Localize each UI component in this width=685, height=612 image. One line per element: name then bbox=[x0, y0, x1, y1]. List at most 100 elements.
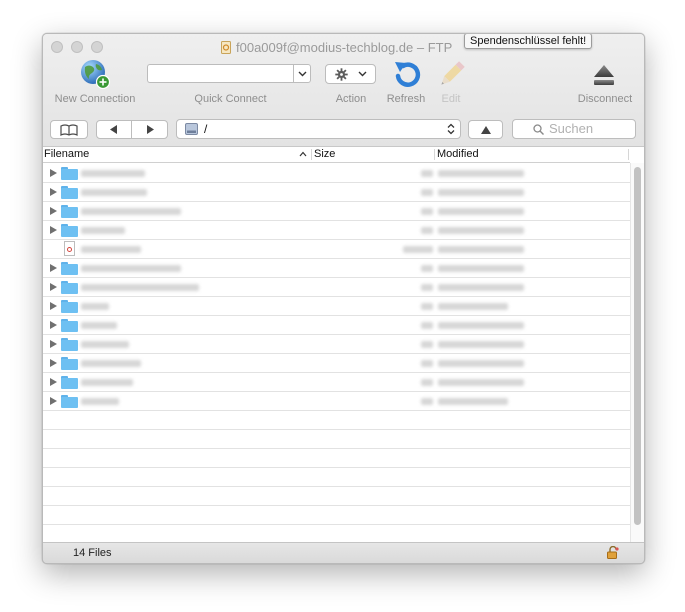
modified-cell bbox=[438, 189, 524, 196]
folder-icon bbox=[61, 338, 78, 351]
zoom-window-button[interactable] bbox=[91, 41, 103, 53]
file-count: 14 Files bbox=[73, 547, 112, 559]
refresh-button[interactable] bbox=[391, 59, 423, 89]
gear-icon bbox=[334, 67, 348, 81]
arrow-right-icon bbox=[146, 125, 154, 134]
size-cell bbox=[421, 360, 433, 367]
globe-add-icon bbox=[81, 60, 111, 90]
filename-cell bbox=[81, 284, 199, 291]
modified-cell bbox=[438, 227, 524, 234]
column-header-filename[interactable]: Filename bbox=[44, 148, 89, 160]
current-path: / bbox=[204, 122, 208, 136]
new-connection-label: New Connection bbox=[54, 93, 136, 105]
chevron-down-icon bbox=[298, 71, 306, 76]
vertical-scrollbar[interactable] bbox=[630, 163, 644, 542]
empty-row bbox=[43, 430, 630, 449]
disclosure-triangle-icon[interactable] bbox=[50, 397, 57, 405]
table-row[interactable] bbox=[43, 164, 630, 183]
parent-directory-button[interactable] bbox=[468, 120, 503, 139]
edit-button[interactable] bbox=[436, 58, 468, 90]
action-menu-button[interactable] bbox=[325, 64, 376, 84]
size-cell bbox=[421, 398, 433, 405]
table-row[interactable] bbox=[43, 259, 630, 278]
modified-cell bbox=[438, 341, 524, 348]
scrollbar-thumb[interactable] bbox=[634, 167, 641, 525]
disclosure-triangle-icon[interactable] bbox=[50, 264, 57, 272]
toolbar-area: f00a009f@modius-techblog.de – FTP Spende… bbox=[43, 34, 644, 147]
disclosure-triangle-icon[interactable] bbox=[50, 340, 57, 348]
filename-cell bbox=[81, 246, 141, 253]
disclosure-triangle-icon[interactable] bbox=[50, 188, 57, 196]
size-cell bbox=[421, 284, 433, 291]
folder-icon bbox=[61, 281, 78, 294]
status-bar: 14 Files bbox=[43, 542, 644, 563]
size-cell bbox=[403, 246, 433, 253]
quick-connect-dropdown[interactable] bbox=[293, 64, 311, 83]
navigation-bar: / Suchen bbox=[43, 118, 644, 142]
disclosure-triangle-icon[interactable] bbox=[50, 302, 57, 310]
path-selector[interactable]: / bbox=[176, 119, 461, 139]
table-row[interactable] bbox=[43, 335, 630, 354]
forward-button[interactable] bbox=[131, 120, 168, 139]
minimize-window-button[interactable] bbox=[71, 41, 83, 53]
empty-row bbox=[43, 525, 630, 542]
table-row[interactable] bbox=[43, 221, 630, 240]
filename-cell bbox=[81, 379, 133, 386]
table-row[interactable] bbox=[43, 297, 630, 316]
filename-cell bbox=[81, 265, 181, 272]
size-cell bbox=[421, 189, 433, 196]
empty-row bbox=[43, 411, 630, 430]
disclosure-triangle-icon[interactable] bbox=[50, 207, 57, 215]
disclosure-triangle-icon[interactable] bbox=[50, 321, 57, 329]
quick-connect-input[interactable] bbox=[147, 64, 293, 83]
book-icon bbox=[60, 123, 78, 136]
column-header-modified[interactable]: Modified bbox=[437, 148, 479, 160]
folder-icon bbox=[61, 319, 78, 332]
disclosure-triangle-icon[interactable] bbox=[50, 359, 57, 367]
edit-label: Edit bbox=[441, 93, 461, 105]
table-row[interactable] bbox=[43, 316, 630, 335]
bookmarks-button[interactable] bbox=[50, 120, 88, 139]
disclosure-triangle-icon[interactable] bbox=[50, 169, 57, 177]
pencil-icon bbox=[441, 61, 465, 85]
modified-cell bbox=[438, 265, 524, 272]
disclosure-triangle-icon[interactable] bbox=[50, 226, 57, 234]
modified-cell bbox=[438, 398, 508, 405]
modified-cell bbox=[438, 170, 524, 177]
modified-cell bbox=[438, 303, 508, 310]
modified-cell bbox=[438, 379, 524, 386]
column-header-size[interactable]: Size bbox=[314, 148, 335, 160]
server-disk-icon bbox=[185, 123, 198, 135]
table-row[interactable] bbox=[43, 183, 630, 202]
new-connection-button[interactable] bbox=[79, 58, 111, 90]
modified-cell bbox=[438, 208, 524, 215]
action-label: Action bbox=[335, 93, 367, 105]
filename-cell bbox=[81, 398, 119, 405]
disconnect-button[interactable] bbox=[592, 63, 616, 87]
disclosure-triangle-icon[interactable] bbox=[50, 283, 57, 291]
arrow-up-icon bbox=[480, 125, 491, 134]
table-row[interactable] bbox=[43, 392, 630, 411]
donation-key-tooltip: Spendenschlüssel fehlt! bbox=[464, 34, 593, 49]
table-row[interactable] bbox=[43, 202, 630, 221]
column-divider[interactable] bbox=[434, 149, 435, 160]
close-window-button[interactable] bbox=[51, 41, 63, 53]
table-row[interactable] bbox=[43, 354, 630, 373]
lock-icon bbox=[607, 546, 619, 559]
empty-row bbox=[43, 449, 630, 468]
folder-icon bbox=[61, 357, 78, 370]
column-divider[interactable] bbox=[628, 149, 629, 160]
modified-cell bbox=[438, 246, 524, 253]
table-row[interactable] bbox=[43, 373, 630, 392]
search-input[interactable]: Suchen bbox=[512, 119, 636, 139]
folder-icon bbox=[61, 224, 78, 237]
disclosure-triangle-icon[interactable] bbox=[50, 378, 57, 386]
column-divider[interactable] bbox=[311, 149, 312, 160]
back-button[interactable] bbox=[96, 120, 132, 139]
table-row[interactable] bbox=[43, 240, 630, 259]
file-icon bbox=[64, 241, 75, 256]
modified-cell bbox=[438, 284, 524, 291]
filename-cell bbox=[81, 303, 109, 310]
table-row[interactable] bbox=[43, 278, 630, 297]
filename-cell bbox=[81, 322, 117, 329]
